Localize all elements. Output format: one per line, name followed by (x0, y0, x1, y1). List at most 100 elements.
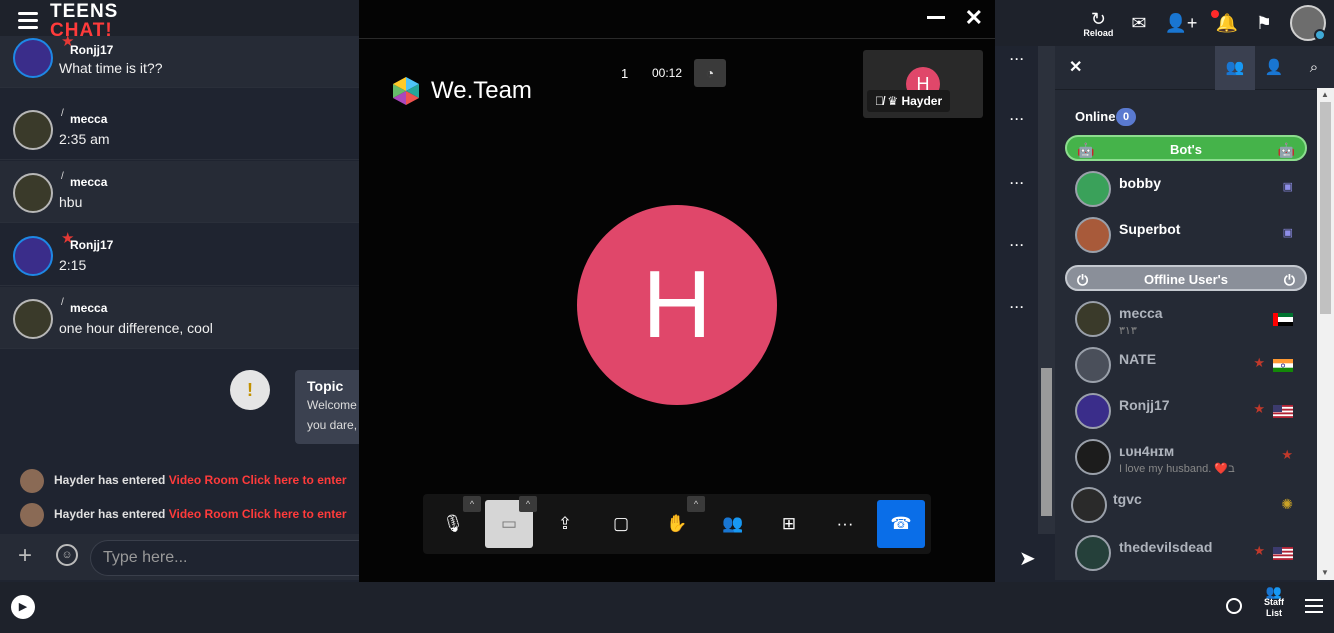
my-avatar[interactable] (1290, 5, 1326, 41)
more-options-icon[interactable]: ··· (1010, 300, 1025, 314)
add-attachment-icon[interactable]: + (18, 542, 32, 570)
uae-flag-icon (1273, 313, 1293, 326)
bot-badge-icon: ▣ (1282, 227, 1293, 239)
chat-icon[interactable]: ▢ (597, 500, 645, 548)
power-icon: ⏻ (1283, 272, 1295, 288)
chat-scrollbar[interactable] (1038, 46, 1055, 534)
topic-text: Welcome (307, 398, 357, 412)
message-username[interactable]: Ronjj17 (70, 238, 113, 252)
report-flag-icon[interactable]: ⚑ (1256, 13, 1272, 34)
user-list-item[interactable]: tgvc ✺ (1055, 482, 1315, 528)
staff-list-button[interactable]: 👥 Staff List (1256, 584, 1292, 619)
offline-group-header[interactable]: ⏻ Offline User's ⏻ (1065, 265, 1307, 291)
weteam-brand: We.Team (391, 76, 532, 106)
tile-view-icon[interactable]: ⊞ (765, 500, 813, 548)
call-timer: 00:12 (652, 66, 683, 80)
user-avatar (1075, 347, 1111, 383)
weteam-logo-icon (393, 77, 419, 105)
add-friend-icon[interactable]: 👤+ (1165, 13, 1198, 34)
moderator-crown-icon: ♛ (887, 94, 899, 108)
main-menu-icon[interactable] (18, 12, 38, 30)
more-actions-icon[interactable]: ··· (821, 500, 869, 548)
call-toolbar: 🎙 ^ ▭ ^ ⇪ ▢ ✋ ^ 👥 ⊞ ··· ☎ (423, 494, 931, 554)
message-username[interactable]: mecca (70, 112, 107, 126)
user-list-item[interactable]: Ronjj17 ★ (1055, 388, 1315, 434)
user-avatar[interactable] (20, 503, 44, 527)
send-icon[interactable]: ➤ (1019, 546, 1036, 571)
rank-icon: / (61, 297, 64, 308)
reload-button[interactable]: ↻ Reload (1083, 9, 1113, 38)
scroll-down-icon[interactable]: ▼ (1321, 568, 1329, 577)
brand-name: We.Team (431, 77, 532, 104)
topic-title: Topic (307, 378, 344, 394)
user-list-item[interactable]: ʟᴜʜ4ʜɪᴍ I love my husband. ❤️ב ★ (1055, 434, 1315, 480)
user-avatar[interactable] (13, 38, 53, 78)
scroll-up-icon[interactable]: ▲ (1321, 90, 1329, 99)
chat-message: / mecca 2:35 am (0, 98, 359, 160)
scroll-thumb[interactable] (1320, 102, 1331, 314)
online-label: Online (1075, 109, 1116, 124)
user-avatar[interactable] (13, 173, 53, 213)
connection-speed-icon[interactable]: ◔ (694, 59, 726, 87)
user-list-scrollbar[interactable]: ▲ ▼ (1317, 88, 1334, 580)
message-username[interactable]: Ronjj17 (70, 43, 113, 57)
message-username[interactable]: mecca (70, 301, 107, 315)
message-text: 2:15 (59, 257, 87, 273)
clock-icon[interactable] (1226, 598, 1242, 614)
notification-bell-icon[interactable]: 🔔 (1211, 9, 1238, 34)
search-icon[interactable]: ⌕ (1294, 46, 1334, 90)
user-avatar[interactable] (20, 469, 44, 493)
mic-options-caret[interactable]: ^ (463, 496, 481, 512)
video-room-link[interactable]: Video Room Click here to enter (169, 507, 347, 521)
close-panel-icon[interactable]: ✕ (1069, 57, 1082, 77)
participant-count: 1 (621, 66, 629, 81)
tab-users-icon[interactable]: 👥 (1215, 46, 1255, 90)
user-list-item[interactable]: bobby ▣ (1055, 166, 1315, 212)
user-avatar[interactable] (13, 236, 53, 276)
user-avatar (1075, 301, 1111, 337)
radio-play-icon[interactable]: ▶ (11, 595, 35, 619)
user-list-item[interactable]: NATE ★ (1055, 342, 1315, 388)
close-icon[interactable]: ✕ (965, 5, 983, 31)
participant-thumbnail[interactable]: H 🎙̸ ♛ Hayder (863, 50, 983, 118)
message-text: 2:35 am (59, 131, 110, 147)
mail-icon[interactable]: ✉ (1131, 13, 1146, 34)
tab-friends-icon[interactable]: 👤 (1254, 46, 1294, 90)
topic-text: you dare, (307, 418, 358, 432)
reactions-caret[interactable]: ^ (687, 496, 705, 512)
speaker-avatar: H (577, 205, 777, 405)
footer-menu-icon[interactable] (1305, 599, 1323, 617)
message-username[interactable]: mecca (70, 175, 107, 189)
video-room-link[interactable]: Video Room Click here to enter (169, 473, 347, 487)
screen-share-icon[interactable]: ⇪ (541, 500, 589, 548)
user-avatar[interactable] (13, 110, 53, 150)
user-avatar[interactable] (13, 299, 53, 339)
chat-log: ★ Ronjj17 What time is it?? / mecca 2:35… (0, 33, 359, 534)
bots-group-header[interactable]: 🤖 Bot's 🤖 (1065, 135, 1307, 161)
more-options-icon[interactable]: ··· (1010, 238, 1025, 252)
message-text: What time is it?? (59, 60, 163, 76)
chat-message: / mecca one hour difference, cool (0, 287, 359, 349)
user-list-item[interactable]: thedevilsdead ★ (1055, 530, 1315, 576)
user-list-item[interactable]: mecca ٣١٣ (1055, 296, 1315, 342)
thumbnail-label: 🎙̸ ♛ Hayder (867, 90, 951, 112)
more-options-icon[interactable]: ··· (1010, 176, 1025, 190)
rank-star-icon: ★ (1281, 447, 1293, 462)
message-input[interactable]: Type here... (90, 540, 359, 576)
more-options-icon[interactable]: ··· (1010, 112, 1025, 126)
chat-message: ★ Ronjj17 What time is it?? (0, 33, 359, 88)
message-text: one hour difference, cool (59, 320, 213, 336)
video-call-window: ✕ We.Team 1 00:12 ◔ H 🎙̸ ♛ Hayder H 🎙 ^ … (359, 0, 995, 582)
camera-options-caret[interactable]: ^ (519, 496, 537, 512)
hang-up-icon[interactable]: ☎ (877, 500, 925, 548)
more-options-icon[interactable]: ··· (1010, 52, 1025, 66)
app-root: TEENS CHAT! ↻ Reload ✉ 👤+ 🔔 ⚑ ★ Ronjj17 W… (0, 0, 1334, 633)
minimize-icon[interactable] (927, 16, 945, 19)
user-avatar (1075, 171, 1111, 207)
message-text: hbu (59, 194, 83, 210)
online-count-badge: 0 (1116, 108, 1136, 126)
participants-icon[interactable]: 👥 (709, 500, 757, 548)
staff-icon: 👥 (1265, 584, 1283, 599)
emoji-icon[interactable]: ☺ (56, 544, 78, 566)
user-list-item[interactable]: Superbot ▣ (1055, 212, 1315, 258)
